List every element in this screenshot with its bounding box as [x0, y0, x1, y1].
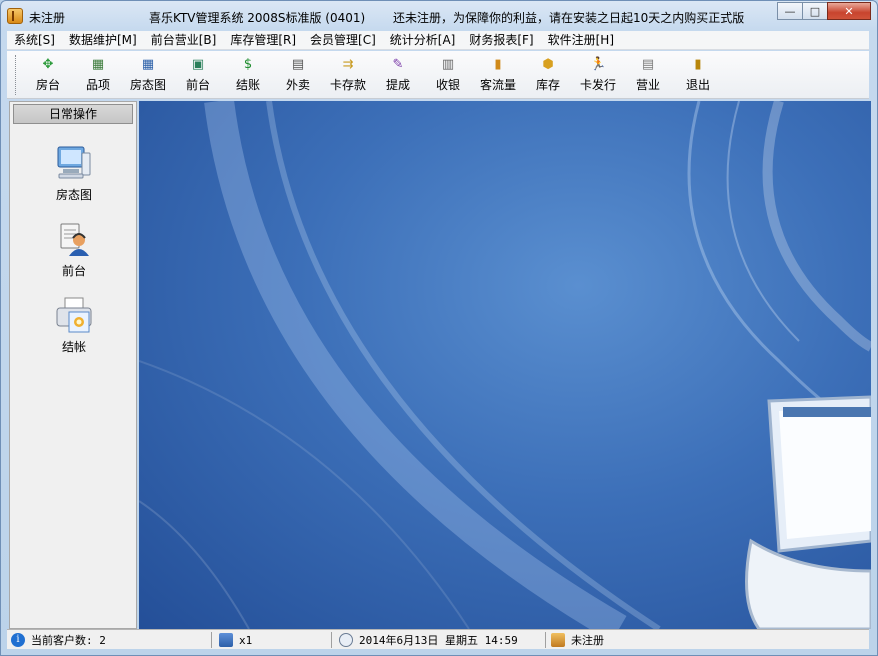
toolbar-button-label: 卡存款 — [329, 78, 366, 92]
shortcut-room-status[interactable]: 房态图 — [34, 144, 114, 203]
info-icon: i — [11, 633, 25, 647]
status-divider — [211, 632, 212, 648]
status-bar: i 当前客户数: 2 x1 2014年6月13日 星期五 14:59 未注册 — [7, 629, 869, 649]
toolbar-button-label: 房台 — [35, 78, 60, 92]
window-title: 喜乐KTV管理系统 2008S标准版 (0401) — [149, 11, 366, 25]
shortcut-front-desk[interactable]: 前台 — [34, 220, 114, 279]
toolbar-button-7[interactable]: ✎ 提成 — [373, 53, 423, 95]
package-icon: ⬢ — [542, 57, 554, 72]
toolbar-button-label: 品项 — [85, 78, 110, 92]
toolbar-button-label: 结账 — [235, 78, 260, 92]
register-icon: ▥ — [441, 57, 455, 72]
toolbar-button-label: 退出 — [685, 78, 710, 92]
toolbar-button-8[interactable]: ▥ 收银 — [423, 53, 473, 95]
toolbar-grip[interactable] — [15, 55, 19, 95]
main-workspace — [139, 101, 871, 629]
shortcut-checkout[interactable]: 结帐 — [34, 296, 114, 355]
window-title-status: 未注册 — [29, 11, 66, 25]
datetime-value: 2014年6月13日 星期五 14:59 — [359, 634, 518, 647]
grid-icon: ▦ — [141, 57, 155, 72]
panel-header: 日常操作 — [13, 104, 133, 124]
title-bar[interactable]: 未注册 喜乐KTV管理系统 2008S标准版 (0401) 还未注册，为保障你的… — [1, 1, 877, 31]
toolbar-button-label: 收银 — [435, 78, 460, 92]
toolbar-button-12[interactable]: ▤ 营业 — [623, 53, 673, 95]
toolbar-buttons: ✥ 房台 ▦ 品项 ▦ 房态图 ▣ 前台 $ 结账 ▤ 外卖 ⇉ 卡存款 ✎ 提成 ▥ 收银 ▮ 客流量 ⬢ 库存 🏃 卡发行… — [23, 53, 723, 95]
card-icon: ⇉ — [342, 57, 354, 72]
toolbar-button-3[interactable]: ▣ 前台 — [173, 53, 223, 95]
menu-data-maintenance[interactable]: 数据维护[M] — [62, 31, 144, 50]
calendar-icon: ▦ — [91, 57, 105, 72]
maximize-button[interactable]: □ — [802, 2, 828, 20]
desk-icon: ▣ — [191, 57, 205, 72]
monitor-illustration — [745, 395, 871, 629]
status-divider — [331, 632, 332, 648]
exit-door-icon: ▮ — [694, 57, 702, 72]
menu-registration[interactable]: 软件注册[H] — [541, 31, 621, 50]
shortcut-label: 房态图 — [55, 188, 92, 202]
clock-icon — [339, 633, 353, 647]
toolbar-button-label: 外卖 — [285, 78, 310, 92]
toolbar: ✥ 房台 ▦ 品项 ▦ 房态图 ▣ 前台 $ 结账 ▤ 外卖 ⇉ 卡存款 ✎ 提成 ▥ 收银 ▮ 客流量 ⬢ 库存 🏃 卡发行… — [7, 51, 869, 99]
left-panel: 日常操作 房态图 前台 结帐 — [9, 101, 137, 629]
status-registration: 未注册 — [551, 631, 604, 649]
toolbar-button-label: 客流量 — [479, 78, 516, 92]
toolbar-button-1[interactable]: ▦ 品项 — [73, 53, 123, 95]
minimize-button[interactable]: — — [777, 2, 803, 20]
shortcut-label: 结帐 — [61, 340, 86, 354]
toolbar-button-11[interactable]: 🏃 卡发行 — [573, 53, 623, 95]
toolbar-button-label: 房态图 — [129, 78, 166, 92]
registration-status: 未注册 — [571, 634, 604, 647]
printer-icon — [55, 296, 93, 334]
menu-bar: 系统[S] 数据维护[M] 前台营业[B] 库存管理[R] 会员管理[C] 统计… — [7, 31, 869, 50]
status-divider — [545, 632, 546, 648]
toolbar-button-label: 卡发行 — [579, 78, 616, 92]
toolbar-button-10[interactable]: ⬢ 库存 — [523, 53, 573, 95]
toolbar-button-6[interactable]: ⇉ 卡存款 — [323, 53, 373, 95]
home-icon — [551, 633, 565, 647]
computer-icon — [55, 144, 93, 182]
app-window: 未注册 喜乐KTV管理系统 2008S标准版 (0401) 还未注册，为保障你的… — [0, 0, 878, 656]
status-datetime: 2014年6月13日 星期五 14:59 — [339, 631, 518, 649]
status-customers: i 当前客户数: 2 — [11, 631, 106, 649]
registration-notice: 还未注册，为保障你的利益，请在安装之日起10天之内购买正式版 — [393, 11, 745, 25]
compass-icon: ✥ — [42, 57, 54, 72]
menu-system[interactable]: 系统[S] — [7, 31, 62, 50]
toolbar-button-label: 前台 — [185, 78, 210, 92]
app-logo-icon[interactable] — [7, 8, 23, 24]
toolbar-button-4[interactable]: $ 结账 — [223, 53, 273, 95]
toolbar-button-5[interactable]: ▤ 外卖 — [273, 53, 323, 95]
receptionist-icon — [55, 220, 93, 258]
dollar-icon: $ — [243, 57, 253, 72]
toolbar-button-9[interactable]: ▮ 客流量 — [473, 53, 523, 95]
shortcut-label: 前台 — [61, 264, 86, 278]
toolbar-button-label: 库存 — [535, 78, 560, 92]
toolbar-button-label: 营业 — [635, 78, 660, 92]
wallpaper-graphic — [139, 101, 871, 629]
menu-members[interactable]: 会员管理[C] — [303, 31, 383, 50]
customer-count: 当前客户数: 2 — [31, 634, 106, 647]
menu-front-desk[interactable]: 前台营业[B] — [144, 31, 224, 50]
menu-inventory[interactable]: 库存管理[R] — [223, 31, 303, 50]
window-controls: — □ ✕ — [777, 2, 871, 20]
close-button[interactable]: ✕ — [827, 2, 871, 20]
bar-chart-icon: ▮ — [494, 57, 502, 72]
pen-icon: ✎ — [392, 57, 404, 72]
toolbar-button-label: 提成 — [385, 78, 410, 92]
status-multiplier: x1 — [219, 631, 252, 649]
menu-statistics[interactable]: 统计分析[A] — [383, 31, 463, 50]
network-icon — [219, 633, 233, 647]
multiplier-value: x1 — [239, 633, 253, 647]
toolbar-button-0[interactable]: ✥ 房台 — [23, 53, 73, 95]
runner-icon: 🏃 — [590, 57, 607, 72]
box-icon: ▤ — [291, 57, 305, 72]
database-icon: ▤ — [641, 57, 655, 72]
menu-finance-reports[interactable]: 财务报表[F] — [462, 31, 540, 50]
toolbar-button-2[interactable]: ▦ 房态图 — [123, 53, 173, 95]
toolbar-button-13[interactable]: ▮ 退出 — [673, 53, 723, 95]
